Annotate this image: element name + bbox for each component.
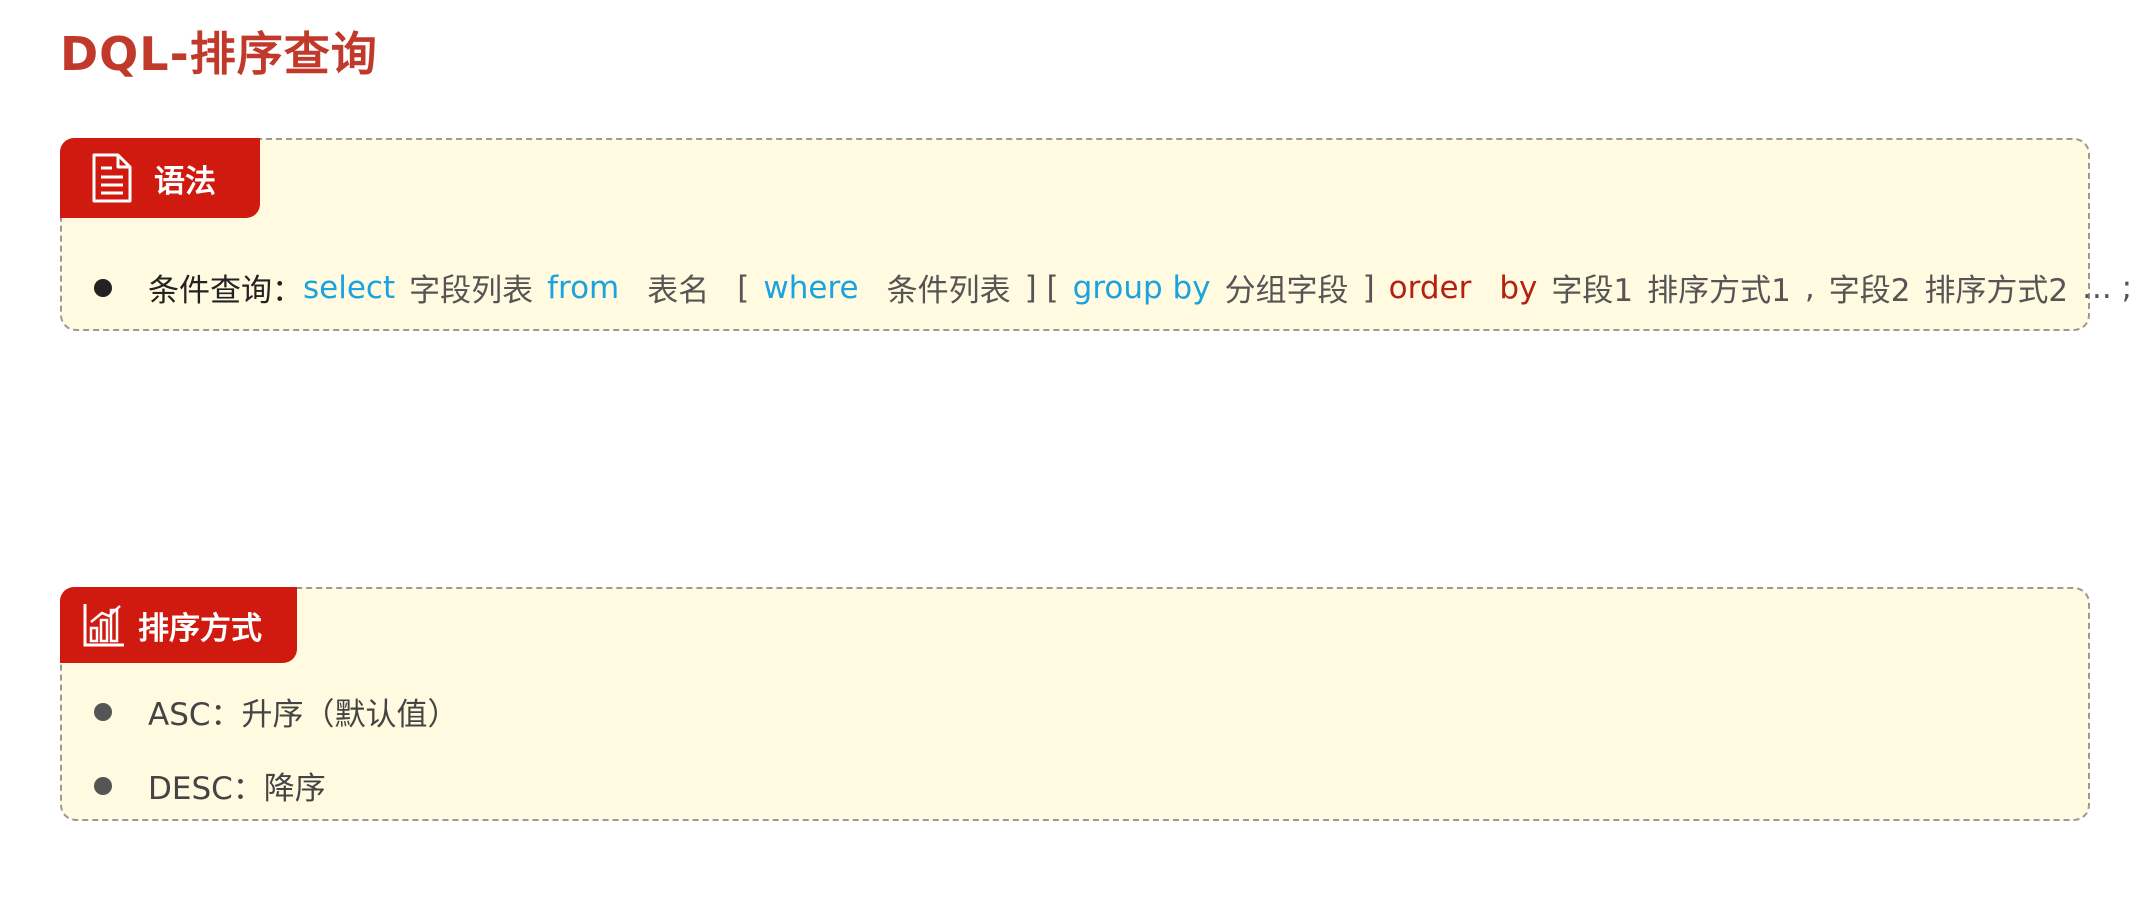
field2-text: 字段2 xyxy=(1828,273,1911,309)
sort-method2-text: 排序方式2 xyxy=(1924,273,2069,309)
keyword-from: from xyxy=(547,269,620,306)
syntax-tab-label: 语法 xyxy=(154,163,216,200)
page-title: DQL-排序查询 xyxy=(60,27,378,81)
sort-method1-text: 排序方式1 xyxy=(1647,273,1791,309)
ellipsis-text: ... ; xyxy=(2082,269,2133,306)
sort-order-tab-label: 排序方式 xyxy=(138,610,262,647)
keyword-order: order xyxy=(1388,269,1472,306)
sort-order-panel: 排序方式 ASC：升序（默认值） DESC：降序 xyxy=(60,587,2090,821)
keyword-by: by xyxy=(1499,269,1538,306)
desc-item-text: DESC：降序 xyxy=(148,771,326,807)
keyword-select: select xyxy=(303,269,396,306)
bullet-icon xyxy=(94,278,112,297)
bracket-open: [ xyxy=(737,269,750,306)
list-item: DESC：降序 xyxy=(94,763,326,808)
field-list-text: 字段列表 xyxy=(409,273,534,309)
syntax-panel: 语法 条件查询： select 字段列表 from 表名 [ where 条件列… xyxy=(60,138,2132,331)
comma-text: , xyxy=(1804,269,1815,306)
condition-list-text: 条件列表 xyxy=(886,273,1011,309)
bracket-close: ] xyxy=(1362,269,1375,306)
field1-text: 字段1 xyxy=(1551,273,1634,309)
keyword-where: where xyxy=(763,269,859,306)
syntax-label: 条件查询： xyxy=(148,273,303,309)
bar-chart-icon xyxy=(82,602,126,648)
bullet-icon xyxy=(94,776,112,795)
bullet-icon xyxy=(94,702,112,721)
syntax-tab: 语法 xyxy=(60,138,260,218)
asc-item-text: ASC：升序（默认值） xyxy=(148,697,459,733)
bracket-mid: ] [ xyxy=(1024,269,1059,306)
keyword-group-by: group by xyxy=(1072,269,1211,306)
table-name-text: 表名 xyxy=(647,273,710,309)
list-item: ASC：升序（默认值） xyxy=(94,689,459,734)
sort-order-tab: 排序方式 xyxy=(60,587,297,663)
document-icon xyxy=(90,152,134,204)
group-field-text: 分组字段 xyxy=(1224,273,1349,309)
syntax-line: 条件查询： select 字段列表 from 表名 [ where 条件列表 ]… xyxy=(94,265,2132,310)
